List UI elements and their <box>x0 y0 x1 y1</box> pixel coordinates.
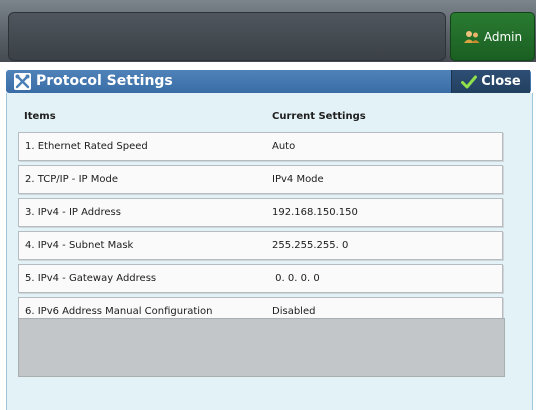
settings-panel: Items Current Settings 1. Ethernet Rated… <box>6 93 533 410</box>
settings-row-ipv4-address[interactable]: 3. IPv4 - IP Address 192.168.150.150 <box>18 198 503 227</box>
close-label: Close <box>481 74 521 89</box>
row-item-label: 4. IPv4 - Subnet Mask <box>25 240 134 251</box>
settings-row-ethernet-speed[interactable]: 1. Ethernet Rated Speed Auto <box>18 132 503 161</box>
settings-list: 1. Ethernet Rated Speed Auto 2. TCP/IP -… <box>18 132 503 330</box>
admin-user-icon <box>463 30 480 43</box>
row-item-label: 3. IPv4 - IP Address <box>25 207 121 218</box>
column-header-current-settings: Current Settings <box>272 111 366 122</box>
row-value: IPv4 Mode <box>272 174 324 185</box>
close-button[interactable]: Close <box>451 70 530 93</box>
row-value: Auto <box>272 141 296 152</box>
top-bar: Admin <box>0 0 536 62</box>
checkmark-icon <box>461 75 478 88</box>
row-value: Disabled <box>272 306 316 317</box>
settings-row-ip-mode[interactable]: 2. TCP/IP - IP Mode IPv4 Mode <box>18 165 503 194</box>
empty-list-area <box>18 318 505 377</box>
row-item-label: 5. IPv4 - Gateway Address <box>25 273 157 284</box>
dialog-title: Protocol Settings <box>36 73 173 89</box>
row-value: 255.255.255. 0 <box>272 240 349 251</box>
tools-icon <box>14 73 31 90</box>
admin-button[interactable]: Admin <box>450 12 535 61</box>
row-value: 0. 0. 0. 0 <box>272 273 320 284</box>
column-header-items: Items <box>24 111 56 122</box>
settings-row-gateway-address[interactable]: 5. IPv4 - Gateway Address 0. 0. 0. 0 <box>18 264 503 293</box>
row-item-label: 1. Ethernet Rated Speed <box>25 141 148 152</box>
admin-label: Admin <box>483 29 523 44</box>
row-value: 192.168.150.150 <box>272 207 358 218</box>
settings-row-subnet-mask[interactable]: 4. IPv4 - Subnet Mask 255.255.255. 0 <box>18 231 503 260</box>
dialog-title-bar: Protocol Settings Close <box>6 70 531 93</box>
row-item-label: 6. IPv6 Address Manual Configuration <box>25 306 213 317</box>
row-item-label: 2. TCP/IP - IP Mode <box>25 174 118 185</box>
message-area <box>8 12 446 61</box>
